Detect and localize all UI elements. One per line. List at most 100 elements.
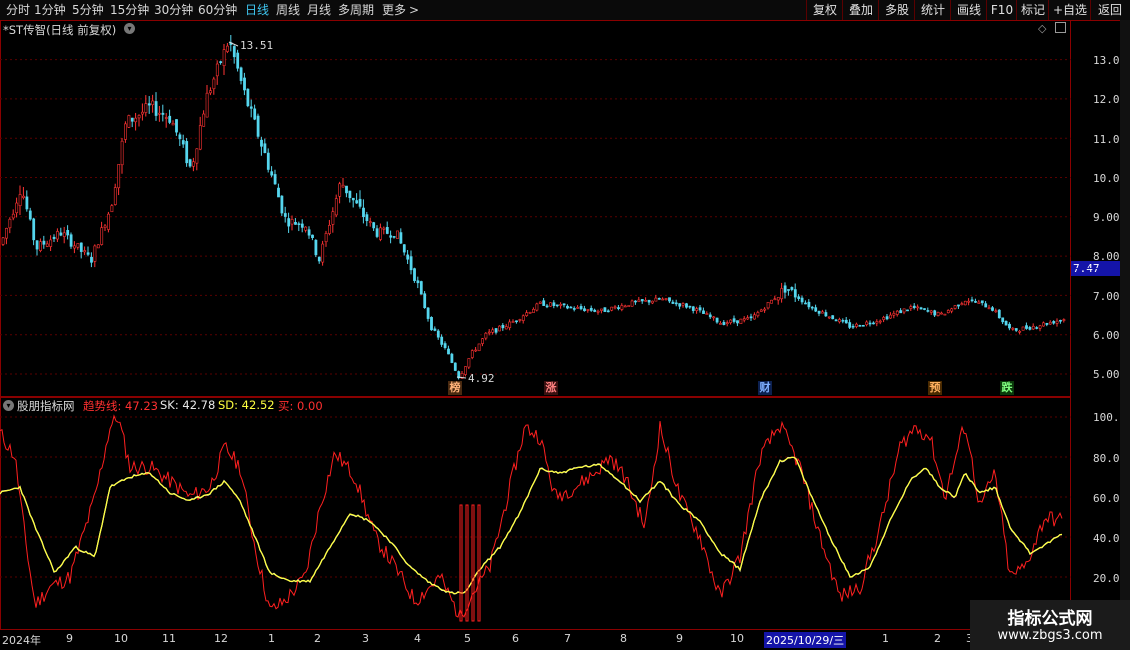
date-tick: 1: [882, 632, 889, 645]
candle-body: [93, 245, 97, 262]
candle-body: [430, 317, 433, 331]
candle-body: [586, 309, 590, 311]
event-marker-limit-down[interactable]: 跌: [1000, 381, 1014, 395]
candle-body: [776, 297, 780, 301]
candle-body: [59, 232, 63, 236]
event-marker-financial[interactable]: 财: [758, 381, 772, 395]
candle-body: [882, 317, 886, 321]
candle-body: [1062, 319, 1066, 321]
candle-body: [49, 239, 53, 247]
candle-body: [164, 117, 168, 119]
candle-body: [147, 103, 151, 106]
candle-body: [929, 310, 933, 313]
candle-body: [630, 300, 634, 307]
candle-body: [572, 308, 576, 310]
event-marker-list[interactable]: 榜: [448, 381, 462, 395]
date-tick: 11: [162, 632, 176, 645]
candle-body: [137, 115, 141, 119]
candle-body: [759, 309, 763, 312]
candle-body: [1014, 328, 1018, 331]
candle-body: [161, 112, 165, 115]
candle-body: [535, 303, 539, 311]
candle-body: [736, 320, 739, 324]
date-tick: 10: [114, 632, 128, 645]
candle-body: [824, 312, 828, 317]
candle-body: [277, 187, 280, 198]
candle-body: [722, 321, 726, 325]
candle-body: [263, 143, 267, 154]
candle-body: [113, 187, 117, 205]
candle-body: [691, 306, 695, 311]
candle-body: [348, 190, 352, 199]
candle-body: [198, 125, 202, 150]
candle-body: [552, 302, 556, 306]
candle-body: [130, 117, 134, 122]
date-tick: 8: [620, 632, 627, 645]
chevron-down-icon[interactable]: ▾: [3, 400, 14, 411]
date-tick: 1: [268, 632, 275, 645]
candle-body: [450, 353, 454, 363]
candle-body: [933, 310, 937, 316]
candle-body: [1059, 319, 1062, 322]
legend-sk: SK: 42.78: [160, 398, 216, 412]
candle-body: [634, 300, 637, 303]
candle-body: [406, 254, 410, 260]
date-tick: 12: [214, 632, 228, 645]
candle-body: [977, 301, 981, 304]
candle-body: [729, 319, 733, 323]
candlestick-series: [1, 35, 1066, 380]
candle-body: [566, 305, 569, 309]
candle-body: [28, 210, 32, 220]
candle-body: [409, 256, 413, 271]
candle-body: [436, 330, 440, 338]
candle-body: [175, 119, 178, 133]
candle-body: [504, 326, 508, 330]
candle-body: [912, 305, 916, 308]
candle-body: [440, 336, 444, 345]
candle-body: [872, 322, 875, 325]
candle-body: [195, 148, 199, 164]
candle-body: [355, 200, 359, 204]
candle-body: [134, 117, 138, 123]
legend-sd: SD: 42.52: [218, 398, 275, 412]
candle-body: [124, 123, 127, 140]
maximize-icon[interactable]: [1055, 22, 1066, 33]
candle-body: [297, 223, 301, 225]
chevron-down-icon[interactable]: ▾: [124, 23, 135, 34]
candle-body: [800, 297, 804, 303]
candle-body: [963, 300, 967, 306]
candle-body: [396, 230, 399, 239]
chart-canvas[interactable]: [0, 0, 1071, 630]
candle-body: [311, 234, 314, 239]
date-tick: 2: [934, 632, 941, 645]
candle-body: [294, 221, 297, 225]
candle-body: [487, 331, 491, 334]
candle-body: [521, 315, 525, 321]
candle-body: [885, 316, 889, 320]
back-button[interactable]: 返回: [1090, 0, 1129, 20]
candle-body: [226, 45, 229, 52]
event-marker-forecast[interactable]: 预: [928, 381, 942, 395]
candle-body: [117, 164, 121, 189]
candle-body: [76, 243, 80, 248]
candle-body: [22, 195, 25, 198]
candle-body: [5, 228, 8, 239]
candle-body: [906, 309, 909, 312]
candle-body: [708, 314, 712, 318]
candle-body: [1025, 325, 1028, 329]
candle-body: [107, 213, 110, 230]
legend-trend-line: 趋势线: 47.23: [83, 399, 158, 413]
candle-body: [453, 362, 457, 371]
candle-body: [943, 313, 947, 316]
candle-body: [940, 312, 943, 315]
candle-body: [90, 256, 93, 263]
event-marker-limit-up[interactable]: 涨: [544, 381, 558, 395]
candle-body: [345, 185, 348, 194]
candle-body: [494, 328, 498, 333]
diamond-icon[interactable]: ◇: [1038, 22, 1046, 35]
candle-body: [481, 338, 484, 344]
candle-body: [11, 213, 15, 219]
candle-body: [861, 324, 865, 327]
candle-body: [623, 305, 627, 308]
buy-signal-bar: [465, 504, 469, 622]
